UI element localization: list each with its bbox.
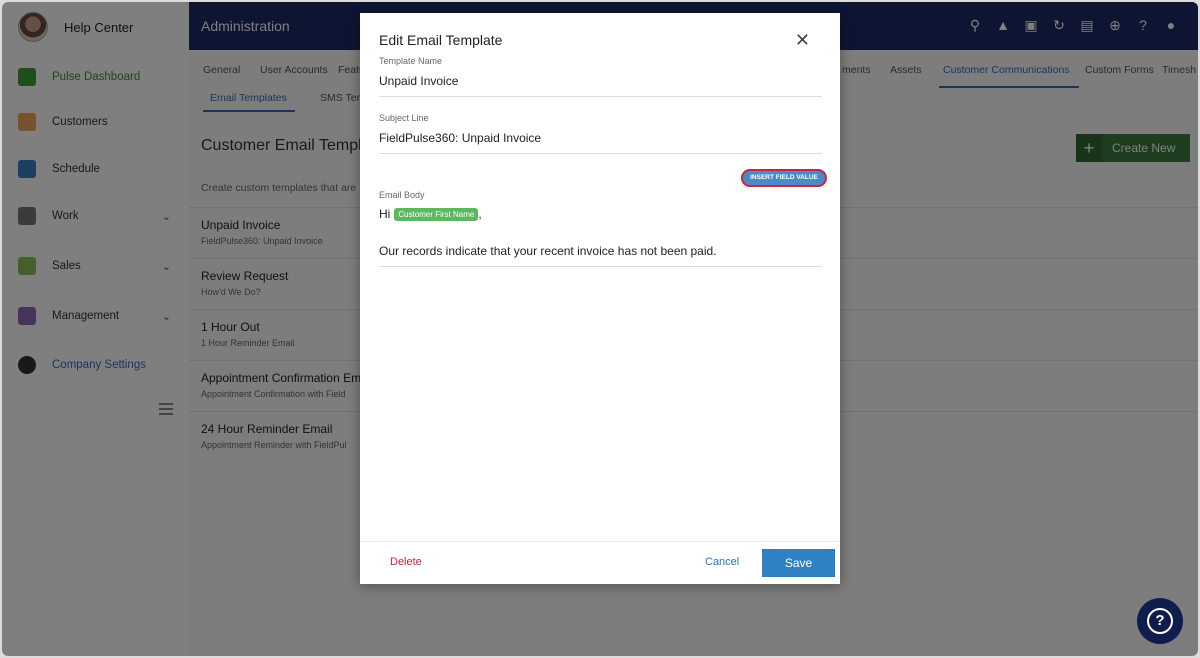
dialog-title: Edit Email Template <box>379 32 503 48</box>
insert-field-value-button[interactable]: INSERT FIELD VALUE <box>741 169 827 187</box>
help-button[interactable]: ? <box>1137 598 1183 644</box>
greeting-comma: , <box>478 207 482 221</box>
email-body-greeting-line[interactable]: Hi Customer First Name , <box>379 207 482 221</box>
save-button[interactable]: Save <box>762 549 835 577</box>
help-icon: ? <box>1147 608 1173 634</box>
divider <box>379 96 822 97</box>
email-body-text[interactable]: Our records indicate that your recent in… <box>379 244 717 258</box>
greeting-text: Hi <box>379 207 391 221</box>
divider <box>379 266 822 267</box>
divider <box>379 153 822 154</box>
footer-divider <box>360 541 840 542</box>
delete-button[interactable]: Delete <box>390 556 422 568</box>
subject-line-field[interactable]: FieldPulse360: Unpaid Invoice <box>379 131 541 145</box>
template-name-field[interactable]: Unpaid Invoice <box>379 74 458 88</box>
email-body-label: Email Body <box>379 190 425 200</box>
template-name-label: Template Name <box>379 56 443 66</box>
close-icon[interactable]: ✕ <box>795 30 810 51</box>
subject-line-label: Subject Line <box>379 113 429 123</box>
edit-email-template-dialog: Edit Email Template ✕ Template Name Unpa… <box>360 13 840 584</box>
cancel-button[interactable]: Cancel <box>705 556 739 568</box>
customer-first-name-token[interactable]: Customer First Name <box>394 207 479 221</box>
